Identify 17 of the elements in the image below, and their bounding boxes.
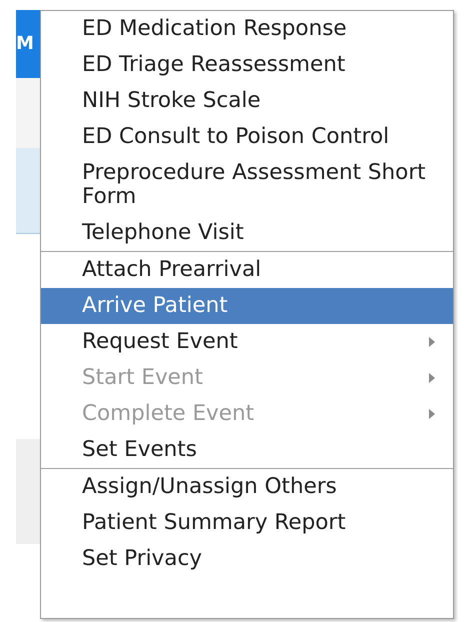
- submenu-arrow-icon: [429, 373, 435, 383]
- menu-item[interactable]: NIH Stroke Scale: [41, 83, 453, 119]
- menu-item[interactable]: Patient Summary Report: [41, 505, 453, 541]
- submenu-arrow-icon: [429, 337, 435, 347]
- menu-item[interactable]: Request Event: [41, 324, 453, 360]
- submenu-arrow-icon: [429, 409, 435, 419]
- side-tab[interactable]: M: [16, 10, 40, 78]
- menu-item[interactable]: Set Events: [41, 432, 453, 468]
- menu-item[interactable]: Preprocedure Assessment Short Form: [41, 155, 453, 215]
- menu-item[interactable]: Set Privacy: [41, 541, 453, 577]
- menu-item[interactable]: Attach Prearrival: [41, 252, 453, 288]
- menu-item[interactable]: ED Triage Reassessment: [41, 47, 453, 83]
- menu-item[interactable]: ED Medication Response: [41, 11, 453, 47]
- menu-item[interactable]: Arrive Patient: [41, 288, 453, 324]
- menu-item[interactable]: Telephone Visit: [41, 215, 453, 251]
- menu-item[interactable]: ED Consult to Poison Control: [41, 119, 453, 155]
- menu-item[interactable]: Assign/Unassign Others: [41, 469, 453, 505]
